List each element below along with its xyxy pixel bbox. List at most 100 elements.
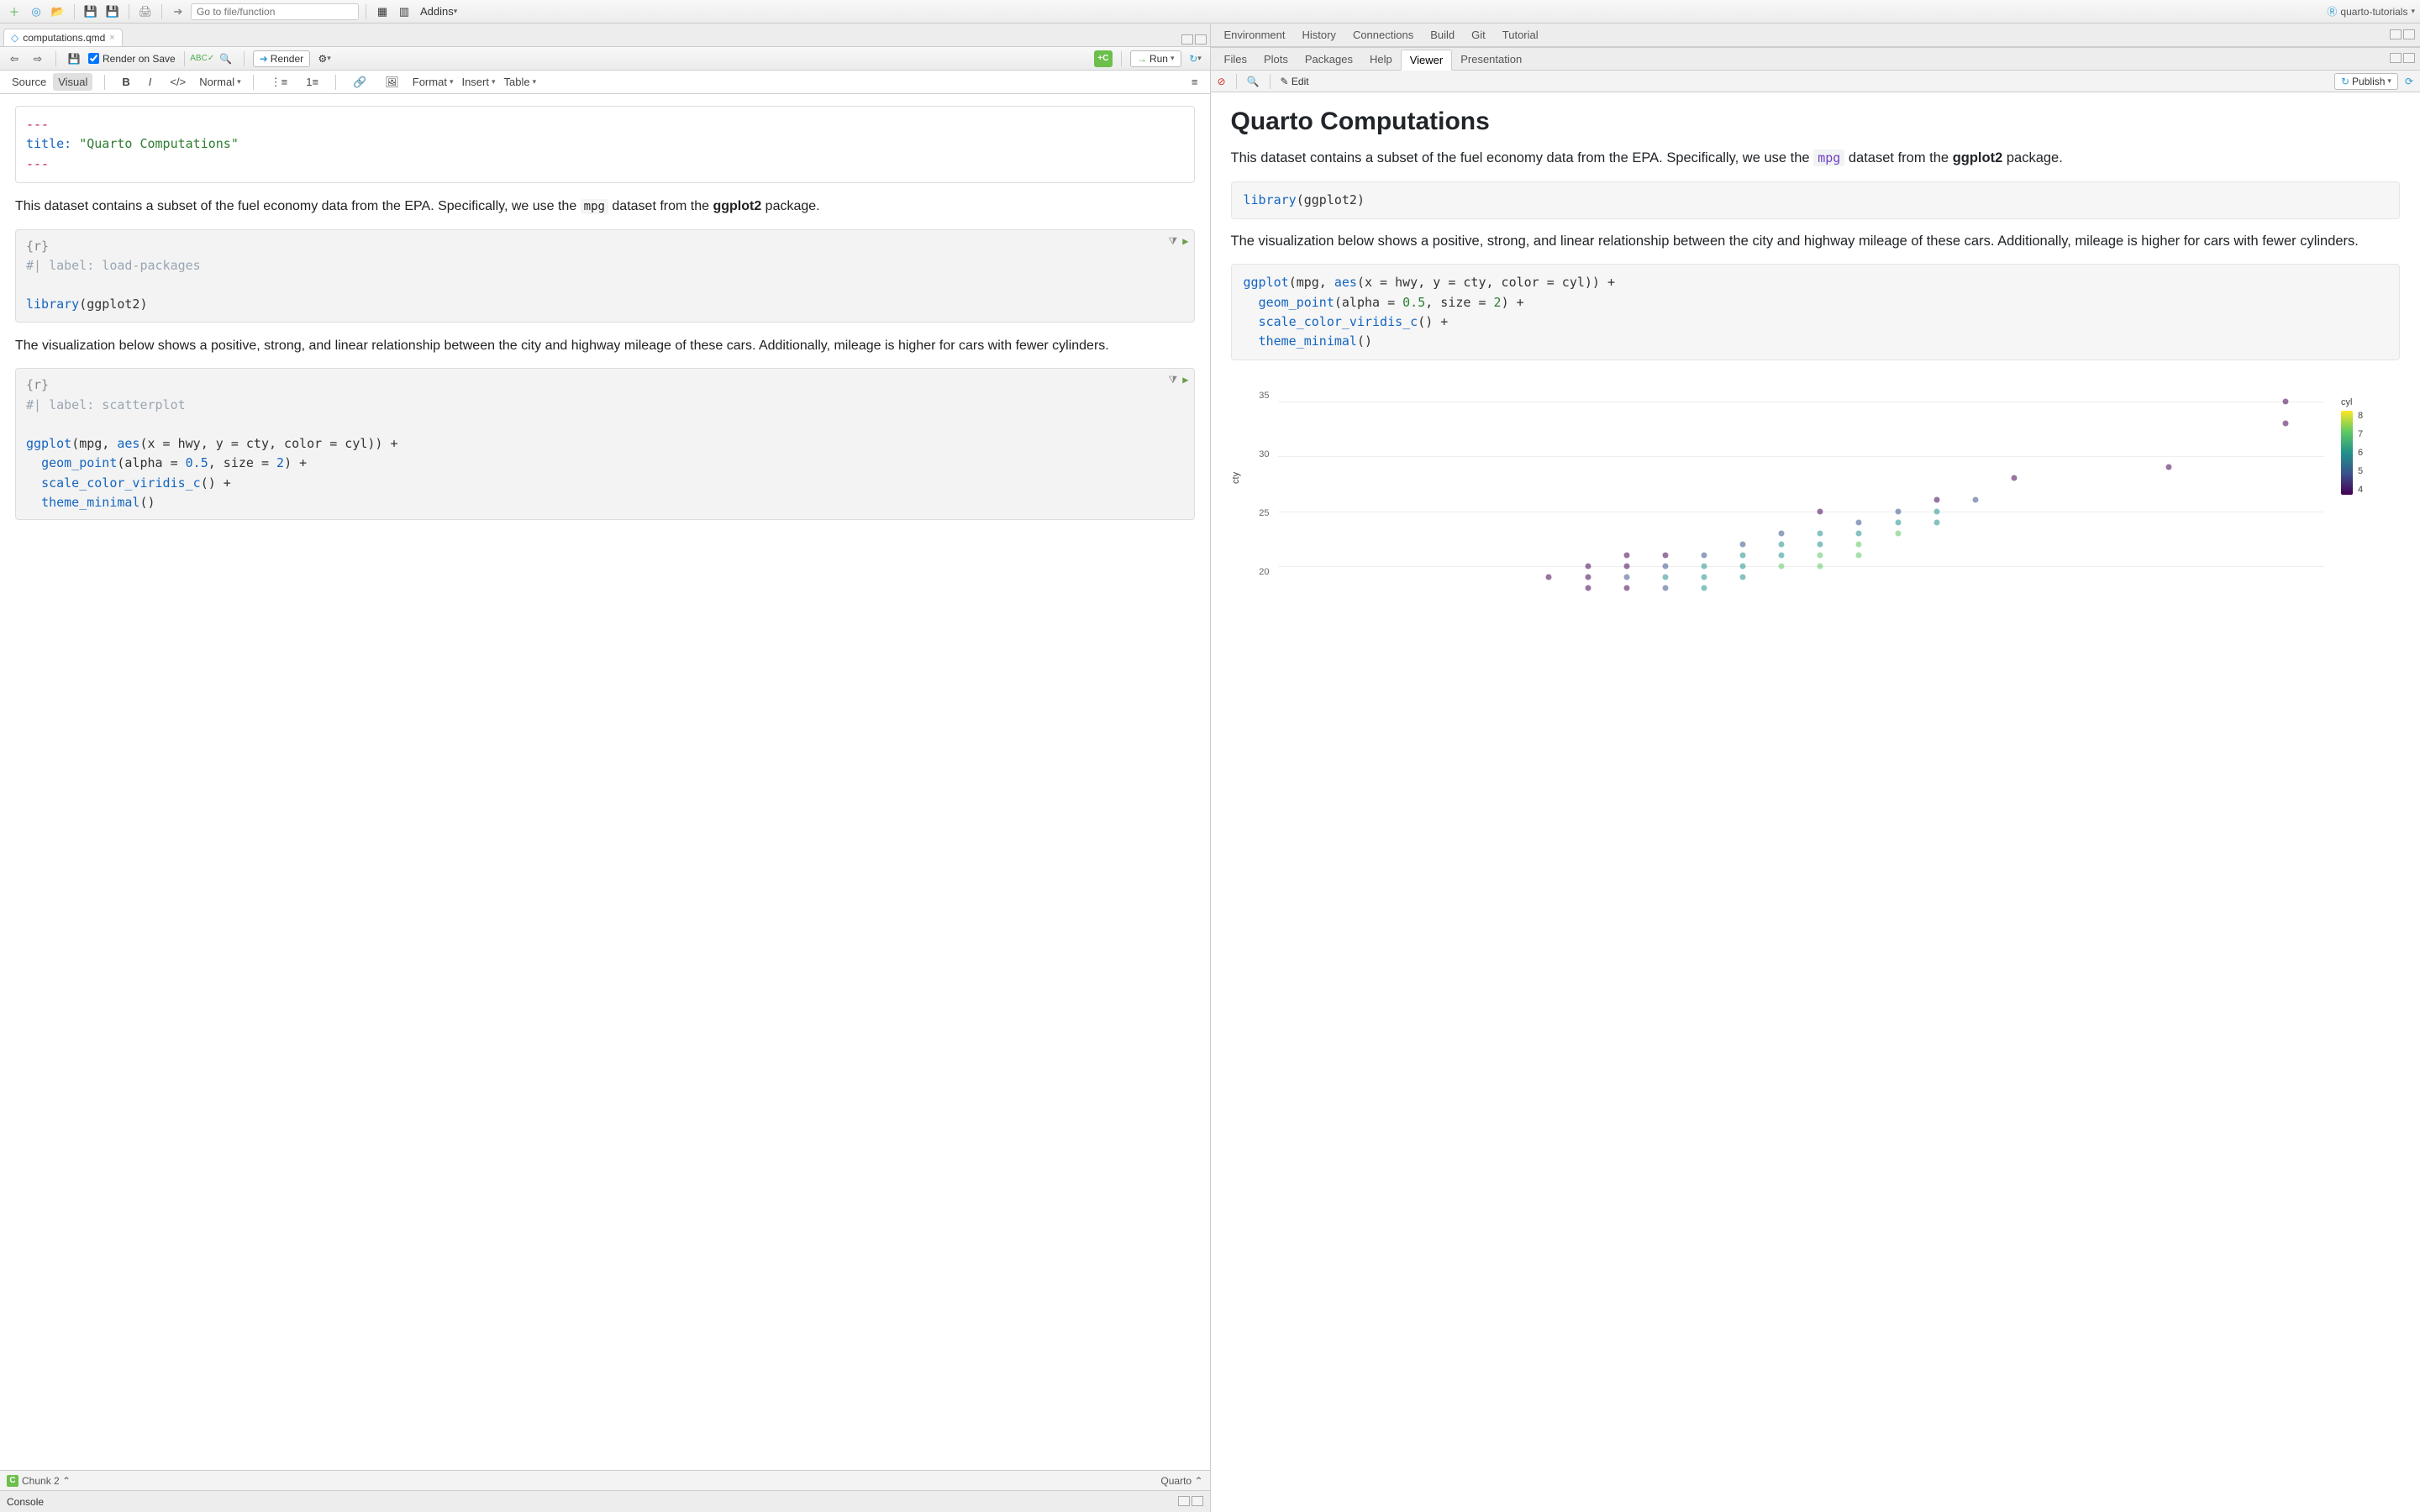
new-file-icon[interactable]: ＋ [5, 3, 24, 20]
close-tab-icon[interactable]: × [109, 33, 114, 43]
visual-mode-button[interactable]: Visual [53, 73, 92, 91]
save-doc-icon[interactable]: 💾 [65, 50, 83, 67]
pane-icon[interactable]: ▥ [395, 3, 413, 20]
tab-presentation[interactable]: Presentation [1452, 50, 1530, 69]
spellcheck-icon[interactable]: ABC✓ [193, 50, 212, 67]
new-project-icon[interactable]: ◎ [27, 3, 45, 20]
maximize-pane-icon[interactable] [2403, 53, 2415, 63]
bold-button[interactable]: B [117, 73, 134, 91]
insert-chunk-icon[interactable]: +C [1094, 50, 1113, 67]
run-button[interactable]: → Run ▾ [1130, 50, 1181, 67]
run-chunk-icon[interactable]: ▶ [1182, 234, 1188, 249]
forward-icon[interactable]: ⇨ [29, 50, 47, 67]
outline-icon[interactable]: ≡ [1186, 73, 1203, 91]
data-point [1585, 564, 1591, 570]
data-point [1818, 552, 1823, 558]
zoom-icon[interactable]: 🔍 [1247, 76, 1260, 87]
save-all-icon[interactable]: 💾 [103, 3, 122, 20]
minimize-console-icon[interactable] [1178, 1496, 1190, 1506]
tab-files[interactable]: Files [1216, 50, 1255, 69]
publish-button[interactable]: ↻ Publish ▾ [2334, 73, 2398, 90]
data-point [1933, 519, 1939, 525]
minimize-pane-icon[interactable] [2390, 53, 2402, 63]
format-menu[interactable]: Format ▾ [413, 76, 454, 88]
chunk-nav[interactable]: Chunk 2 ⌃ [22, 1475, 71, 1487]
maximize-pane-icon[interactable] [1195, 34, 1207, 45]
run-chunk-icon[interactable]: ▶ [1182, 372, 1188, 388]
doc-code-block: ggplot(mpg, aes(x = hwy, y = cty, color … [1231, 264, 2401, 360]
format-indicator[interactable]: Quarto ⌃ [1160, 1475, 1202, 1487]
data-point [1623, 552, 1629, 558]
image-icon[interactable]: 🖼 [380, 73, 404, 92]
color-legend: cyl 87654 [2341, 397, 2391, 495]
minimize-pane-icon[interactable] [1181, 34, 1193, 45]
code-button[interactable]: </> [165, 73, 191, 91]
editor-area[interactable]: --- title: "Quarto Computations" --- Thi… [0, 94, 1210, 1470]
settings-gear-icon[interactable]: ⚙ ▾ [315, 50, 334, 67]
tab-git[interactable]: Git [1463, 25, 1494, 45]
data-point [1740, 575, 1746, 580]
right-top-tabs: EnvironmentHistoryConnectionsBuildGitTut… [1211, 24, 2420, 47]
data-point [1856, 530, 1862, 536]
save-icon[interactable]: 💾 [82, 3, 100, 20]
back-icon[interactable]: ⇦ [5, 50, 24, 67]
data-point [1779, 530, 1785, 536]
tab-history[interactable]: History [1293, 25, 1344, 45]
data-point [1623, 575, 1629, 580]
maximize-pane-icon[interactable] [2403, 29, 2415, 39]
data-point [1546, 575, 1552, 580]
tab-tutorial[interactable]: Tutorial [1494, 25, 1547, 45]
remove-icon[interactable]: ⊘ [1218, 76, 1226, 87]
italic-button[interactable]: I [144, 73, 157, 91]
prose-paragraph[interactable]: This dataset contains a subset of the fu… [15, 197, 1195, 218]
source-mode-button[interactable]: Source [7, 73, 51, 91]
style-menu[interactable]: Normal ▾ [199, 76, 240, 88]
publish-gear-icon[interactable]: ↻ ▾ [1186, 50, 1205, 67]
data-point [1779, 564, 1785, 570]
editor-tabs: ◇ computations.qmd × [0, 24, 1210, 47]
tab-packages[interactable]: Packages [1297, 50, 1361, 69]
link-icon[interactable]: 🔗 [348, 73, 371, 92]
tab-viewer[interactable]: Viewer [1401, 50, 1453, 71]
refresh-icon[interactable]: ⟳ [2405, 76, 2413, 87]
console-tab[interactable]: Console [0, 1490, 1210, 1512]
editor-status-bar: C Chunk 2 ⌃ Quarto ⌃ [0, 1470, 1210, 1490]
goto-icon[interactable]: ➔ [169, 3, 187, 20]
edit-button[interactable]: ✎ Edit [1281, 76, 1309, 87]
data-point [2282, 398, 2288, 404]
tab-build[interactable]: Build [1422, 25, 1463, 45]
yaml-block[interactable]: --- title: "Quarto Computations" --- [15, 106, 1195, 183]
grid-icon[interactable]: ▦ [373, 3, 392, 20]
render-button[interactable]: ➜ Render [253, 50, 310, 67]
run-above-icon[interactable]: ⧩ [1169, 234, 1178, 249]
number-list-button[interactable]: 1≡ [301, 73, 324, 91]
data-point [1662, 564, 1668, 570]
bullet-list-button[interactable]: ⋮≡ [266, 73, 293, 92]
editor-tab[interactable]: ◇ computations.qmd × [3, 29, 123, 46]
render-on-save-checkbox[interactable]: Render on Save [88, 53, 176, 65]
print-icon[interactable]: 🖨 [136, 3, 155, 20]
data-point [1701, 585, 1707, 591]
find-icon[interactable]: 🔍 [217, 50, 235, 67]
project-menu[interactable]: Ⓡ quarto-tutorials ▾ [2327, 4, 2415, 18]
format-toolbar: Source Visual B I </> Normal ▾ ⋮≡ 1≡ 🔗 🖼… [0, 71, 1210, 94]
data-point [1933, 497, 1939, 503]
tab-connections[interactable]: Connections [1344, 25, 1422, 45]
tab-help[interactable]: Help [1361, 50, 1401, 69]
open-file-icon[interactable]: 📂 [49, 3, 67, 20]
addins-menu[interactable]: Addins ▾ [417, 3, 460, 20]
qmd-file-icon: ◇ [11, 32, 18, 44]
code-chunk-2[interactable]: ⧩ ▶ {r} #| label: scatterplot ggplot(mpg… [15, 368, 1195, 520]
code-chunk-1[interactable]: ⧩ ▶ {r} #| label: load-packages library(… [15, 229, 1195, 323]
minimize-pane-icon[interactable] [2390, 29, 2402, 39]
tab-environment[interactable]: Environment [1216, 25, 1294, 45]
tab-plots[interactable]: Plots [1255, 50, 1297, 69]
data-point [1818, 564, 1823, 570]
insert-menu[interactable]: Insert ▾ [461, 76, 495, 88]
prose-paragraph[interactable]: The visualization below shows a positive… [15, 336, 1195, 357]
run-above-icon[interactable]: ⧩ [1169, 372, 1178, 388]
doc-code-block: library(ggplot2) [1231, 181, 2401, 219]
goto-input[interactable] [191, 3, 359, 20]
maximize-console-icon[interactable] [1192, 1496, 1203, 1506]
table-menu[interactable]: Table ▾ [504, 76, 537, 88]
